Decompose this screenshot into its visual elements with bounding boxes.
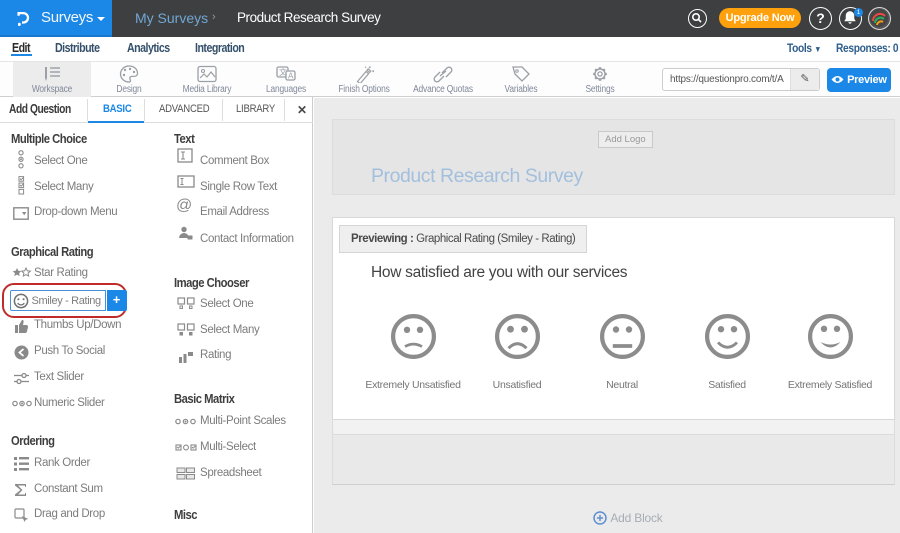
svg-text:A: A (288, 72, 294, 81)
